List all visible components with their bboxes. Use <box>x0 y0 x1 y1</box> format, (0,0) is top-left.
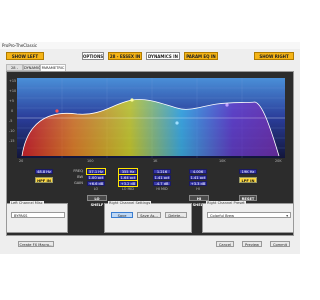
commit-button[interactable]: Commit <box>270 241 290 247</box>
preview-button[interactable]: Preview <box>242 241 262 247</box>
x-tick-label: 20 <box>19 159 24 163</box>
lpf-in-toggle[interactable]: LPF IN <box>239 177 257 183</box>
lo-bw-value[interactable]: 1.00 oct <box>87 175 105 180</box>
tab-essex[interactable]: 28 - ESSEX <box>6 64 23 77</box>
hi-mid-band-node[interactable] <box>175 121 179 125</box>
show-right-button[interactable]: SHOW RIGHT <box>254 52 294 60</box>
hi-mid-freq-value[interactable]: 1.216 Hz <box>153 169 171 179</box>
hpf-freq-value[interactable]: 48.8 Hz <box>35 169 53 174</box>
delete-button[interactable]: Delete... <box>165 212 187 218</box>
bypass-field[interactable]: BYPASS <box>11 212 65 218</box>
gain-row-label: GAIN <box>74 181 83 185</box>
lo-shelf-toggle[interactable]: LO SHELF <box>87 195 107 207</box>
lo-mid-freq-value[interactable]: 355 Hz <box>118 168 138 175</box>
chevron-down-icon: ▾ <box>286 214 288 218</box>
param-eq-in-button[interactable]: PARAM EQ IN <box>184 52 218 60</box>
lo-gain-value[interactable]: +6.6 dB <box>87 181 105 186</box>
y-tick-label: -5 <box>9 119 13 123</box>
x-tick-label: 10K <box>219 159 226 163</box>
right-channel-settings-group: Right Channel Settings Save Save As... D… <box>104 201 192 233</box>
preset-select-value: Colorful Brew <box>210 214 235 218</box>
y-tick-label: -10 <box>9 129 15 133</box>
hi-band-node[interactable] <box>225 103 229 107</box>
x-tick-label: 100 <box>87 159 94 163</box>
x-tick-label: 1K <box>153 159 158 163</box>
right-channel-preset-label: Right Channel Preset <box>206 201 246 205</box>
lo-mid-bw-value[interactable]: 1.64 oct <box>118 174 138 181</box>
y-tick-label: +15 <box>9 79 17 83</box>
lo-band-label: LO <box>93 187 99 191</box>
tab-parametric-eq[interactable]: PARAMETRIC EQ <box>40 64 66 77</box>
x-tick-label: 20K <box>275 159 282 163</box>
hi-bw-value[interactable]: 1.41 oct <box>189 175 207 180</box>
options-button[interactable]: OPTIONS <box>82 52 104 60</box>
hi-gain-value[interactable]: +3.3 dB <box>189 181 207 186</box>
lo-band-node[interactable] <box>55 109 59 113</box>
show-left-button[interactable]: SHOW LEFT <box>6 52 44 60</box>
create-fx-macro-button[interactable]: Create FX Macro... <box>18 241 54 247</box>
hi-mid-band-label: HI MID <box>156 187 168 191</box>
y-tick-label: +5 <box>9 99 14 103</box>
hi-freq-value[interactable]: 4.006 Hz <box>189 169 207 179</box>
cancel-button[interactable]: Cancel <box>216 241 234 247</box>
lo-mid-band-node[interactable] <box>130 98 134 102</box>
tab-dynamics[interactable]: DYNAMICS <box>23 64 43 71</box>
hi-mid-bw-value[interactable]: 1.41 oct <box>153 175 171 180</box>
lpf-freq-value[interactable]: 19K Hz <box>239 169 257 174</box>
eq-curve-graph[interactable] <box>17 78 285 158</box>
y-tick-label: 0 <box>11 109 14 113</box>
preset-select[interactable]: Colorful Brew ▾ <box>207 212 291 218</box>
essex-in-button[interactable]: 28 - ESSEX IN <box>108 52 142 60</box>
lo-freq-value[interactable]: 57.1 Hz <box>86 168 106 175</box>
hpf-in-toggle[interactable]: HPF IN <box>35 177 53 183</box>
toolbar: SHOW LEFT OPTIONS 28 - ESSEX IN DYNAMICS… <box>0 50 300 62</box>
right-channel-preset-group: Right Channel Preset Colorful Brew ▾ <box>202 201 294 233</box>
left-channel-misc-label: Left Channel Misc <box>10 201 44 205</box>
bw-row-label: BW <box>77 175 83 179</box>
hi-band-label: HI <box>196 187 200 191</box>
lo-mid-band-label: LO MID <box>121 187 135 191</box>
y-tick-label: -15 <box>9 139 15 143</box>
save-as-button[interactable]: Save As... <box>137 212 161 218</box>
freq-row-label: FREQ <box>73 169 83 173</box>
left-channel-misc-group: Left Channel Misc BYPASS <box>6 201 68 233</box>
lo-mid-gain-value[interactable]: +3.2 dB <box>118 180 138 187</box>
right-channel-settings-label: Right Channel Settings <box>108 201 152 205</box>
dynamics-in-button[interactable]: DYNAMICS IN <box>146 52 180 60</box>
window-title: ProPro-TheClassic <box>0 42 300 49</box>
save-button[interactable]: Save <box>111 212 133 218</box>
hi-mid-gain-value[interactable]: -4.7 dB <box>153 181 171 186</box>
y-tick-label: +10 <box>9 89 17 93</box>
